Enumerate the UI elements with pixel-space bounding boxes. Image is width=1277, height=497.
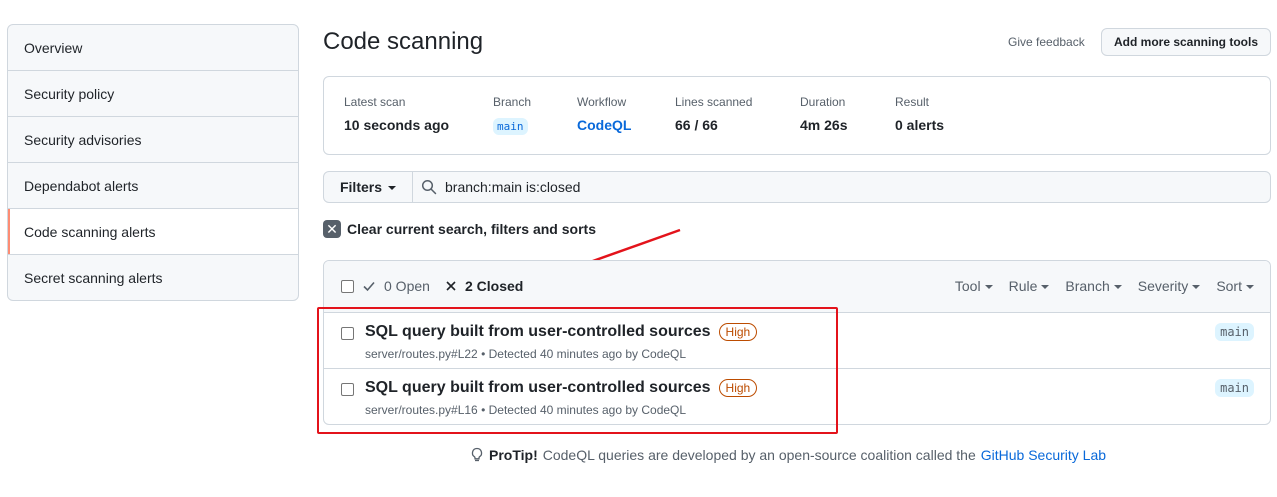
alert-title-link[interactable]: SQL query built from user-controlled sou… [365,379,711,397]
sidebar-item-security-advisories[interactable]: Security advisories [8,116,298,162]
severity-menu[interactable]: Severity [1138,278,1201,294]
give-feedback-link[interactable]: Give feedback [1008,35,1085,49]
security-lab-link[interactable]: GitHub Security Lab [981,447,1106,463]
sort-menu[interactable]: Sort [1216,278,1254,294]
branch-pill[interactable]: main [1215,323,1254,341]
filters-button[interactable]: Filters [323,171,413,203]
severity-badge: High [718,323,758,341]
search-query: branch:main is:closed [445,179,581,195]
alerts-list: 0 Open 2 Closed Tool Rule Branch Severit… [323,260,1271,425]
page-title: Code scanning [323,28,484,55]
latest-scan-value: 10 seconds ago [344,117,450,133]
latest-scan: Latest scan 10 seconds ago [344,95,449,133]
sidebar-item-label: Secret scanning alerts [24,269,163,286]
sidebar-item-label: Security policy [24,85,115,102]
scan-lines: Lines scanned 66 / 66 [675,95,752,133]
sidebar-item-code-scanning-alerts[interactable]: Code scanning alerts [8,208,298,254]
branch-menu[interactable]: Branch [1065,278,1122,294]
chevron-down-icon [1113,285,1122,289]
scan-duration: Duration 4m 26s [800,95,847,133]
alert-meta: server/routes.py#L16 • Detected 40 minut… [365,403,687,417]
search-icon [421,179,437,195]
add-scanning-tools-button[interactable]: Add more scanning tools [1101,28,1271,56]
chevron-down-icon [1246,285,1254,289]
protip-label: ProTip! [489,447,538,463]
branch-menu-label: Branch [1065,278,1110,294]
tool-menu-label: Tool [954,278,981,294]
alert-title: SQL query built from user-controlled sou… [365,323,758,341]
table-row[interactable]: SQL query built from user-controlled sou… [324,313,1270,369]
scan-result: Result 0 alerts [895,95,944,133]
workflow-label: Workflow [577,95,627,109]
protip-text: CodeQL queries are developed by an open-… [542,447,976,463]
search-input[interactable]: branch:main is:closed [412,171,1271,203]
alert-title-link[interactable]: SQL query built from user-controlled sou… [365,323,711,341]
sort-menu-label: Sort [1216,278,1242,294]
latest-scan-label: Latest scan [344,95,406,109]
chevron-down-icon [388,186,396,190]
sidebar-item-label: Overview [24,39,83,56]
sidebar-item-label: Code scanning alerts [24,223,156,240]
severity-menu-label: Severity [1137,278,1189,294]
branch-pill[interactable]: main [493,118,528,135]
scan-workflow: Workflow CodeQL [577,95,631,133]
chevron-down-icon [984,285,993,289]
light-bulb-icon [471,447,483,462]
sidebar-item-overview[interactable]: Overview [8,25,298,70]
sidebar-item-secret-scanning-alerts[interactable]: Secret scanning alerts [8,254,298,300]
duration-label: Duration [800,95,846,109]
rule-menu[interactable]: Rule [1009,278,1050,294]
filters-label: Filters [339,179,382,195]
protip: ProTip! CodeQL queries are developed by … [470,447,1106,463]
scan-summary: Latest scan 10 seconds ago Branch main W… [323,76,1271,155]
branch-label: Branch [493,95,532,109]
alert-title: SQL query built from user-controlled sou… [365,379,758,397]
closed-filter[interactable]: 2 Closed [445,278,523,294]
scan-branch: Branch main [493,95,532,135]
branch-pill[interactable]: main [1215,379,1254,397]
duration-value: 4m 26s [800,117,848,133]
alerts-header: 0 Open 2 Closed Tool Rule Branch Severit… [324,261,1270,313]
select-all-checkbox[interactable] [341,280,354,293]
sidebar-item-label: Dependabot alerts [24,177,139,194]
tool-menu[interactable]: Tool [955,278,993,294]
row-checkbox[interactable] [341,383,354,396]
workflow-link[interactable]: CodeQL [577,117,631,133]
severity-badge: High [718,379,758,397]
table-row[interactable]: SQL query built from user-controlled sou… [324,369,1270,424]
lines-label: Lines scanned [675,95,753,109]
result-label: Result [895,95,930,109]
list-menus: Tool Rule Branch Severity Sort [955,278,1254,294]
check-icon [363,281,375,292]
close-icon: ✕ [323,220,341,238]
lines-value: 66 / 66 [675,117,718,133]
alert-meta: server/routes.py#L22 • Detected 40 minut… [365,347,687,361]
result-value: 0 alerts [895,117,945,133]
sidebar-item-label: Security advisories [24,131,142,148]
chevron-down-icon [1041,285,1050,289]
chevron-down-icon [1192,285,1201,289]
x-icon [446,281,456,291]
rule-menu-label: Rule [1008,278,1038,294]
row-checkbox[interactable] [341,327,354,340]
security-sidebar: Overview Security policy Security adviso… [7,24,299,301]
open-filter[interactable]: 0 Open [362,278,430,294]
sidebar-item-dependabot-alerts[interactable]: Dependabot alerts [8,162,298,208]
sidebar-item-security-policy[interactable]: Security policy [8,70,298,116]
closed-count: 2 Closed [465,278,524,294]
open-count: 0 Open [384,278,430,294]
